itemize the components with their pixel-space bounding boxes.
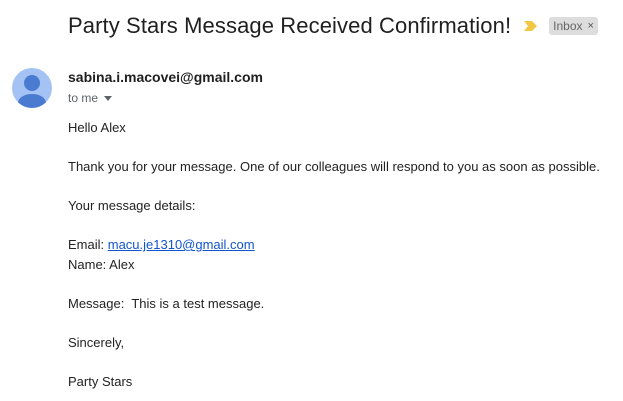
importance-marker-icon[interactable] <box>523 19 539 33</box>
caret-down-icon[interactable] <box>104 95 113 101</box>
inbox-label-text: Inbox <box>553 19 583 33</box>
email-body: Hello Alex Thank you for your message. O… <box>68 118 618 391</box>
email-view: Party Stars Message Received Confirmatio… <box>0 0 623 401</box>
email-subject: Party Stars Message Received Confirmatio… <box>68 13 512 38</box>
email-detail-line: Email: macu.je1310@gmail.com <box>68 235 618 255</box>
person-avatar-icon[interactable] <box>12 68 52 108</box>
signature-line: Party Stars <box>68 373 133 389</box>
greeting-line: Hello Alex <box>68 120 126 135</box>
details-heading: Your message details: <box>68 198 196 213</box>
name-detail-line: Name: Alex <box>68 256 135 272</box>
recipient-summary: to me <box>68 91 99 105</box>
email-detail-label: Email: <box>68 237 108 252</box>
recipient-details-toggle[interactable]: to me <box>68 91 113 105</box>
inbox-label-chip[interactable]: Inbox × <box>549 17 598 35</box>
thanks-line: Thank you for your message. One of our c… <box>68 159 600 174</box>
sender-email[interactable]: sabina.i.macovei@gmail.com <box>68 69 263 85</box>
closing-line: Sincerely, <box>68 334 125 350</box>
message-detail-line: Message: This is a test message. <box>68 295 265 311</box>
subject-row: Party Stars Message Received Confirmatio… <box>68 10 598 42</box>
remove-label-icon[interactable]: × <box>588 20 594 32</box>
email-detail-link[interactable]: macu.je1310@gmail.com <box>108 237 255 252</box>
